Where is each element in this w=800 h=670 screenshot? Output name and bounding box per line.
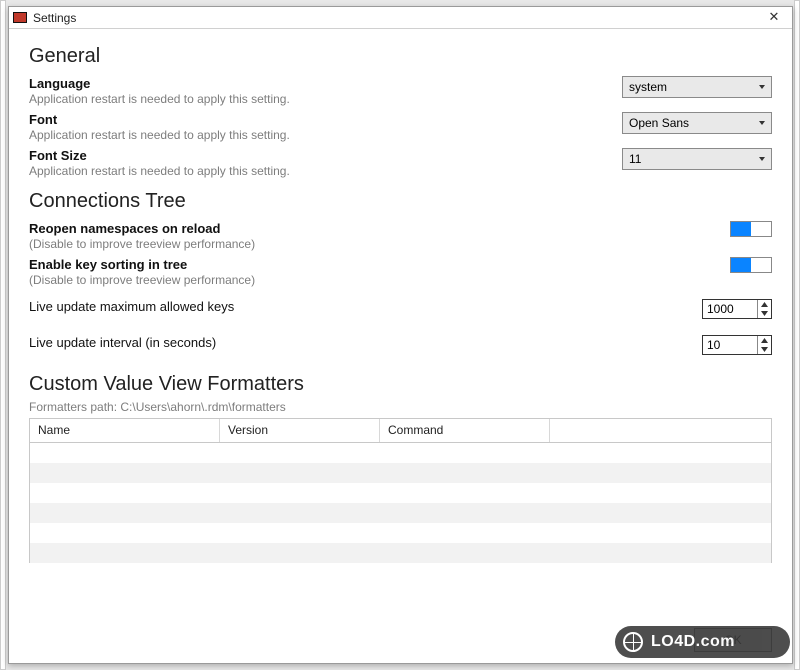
watermark-text: LO4D.com (651, 633, 735, 651)
fontsize-row: Font Size Application restart is needed … (29, 148, 772, 178)
spin-up-icon[interactable] (758, 336, 771, 345)
fontsize-hint: Application restart is needed to apply t… (29, 164, 612, 178)
sorting-label: Enable key sorting in tree (29, 257, 682, 272)
content-area: General Language Application restart is … (9, 29, 792, 623)
sorting-hint: (Disable to improve treeview performance… (29, 273, 682, 287)
table-body (30, 443, 771, 563)
settings-dialog: Settings ✕ General Language Application … (8, 6, 793, 664)
interval-label: Live update interval (in seconds) (29, 335, 682, 350)
language-hint: Application restart is needed to apply t… (29, 92, 612, 106)
table-row[interactable] (30, 463, 771, 483)
maxkeys-value[interactable]: 1000 (703, 300, 757, 318)
col-name[interactable]: Name (30, 419, 220, 442)
interval-row: Live update interval (in seconds) 10 (29, 335, 772, 355)
table-row[interactable] (30, 483, 771, 503)
globe-icon (623, 632, 643, 652)
col-command[interactable]: Command (380, 419, 550, 442)
formatters-path: Formatters path: C:\Users\ahorn\.rdm\for… (29, 400, 772, 414)
window-title: Settings (33, 11, 762, 25)
language-row: Language Application restart is needed t… (29, 76, 772, 106)
font-value: Open Sans (629, 116, 689, 130)
toggle-on-segment (731, 222, 751, 236)
reopen-label: Reopen namespaces on reload (29, 221, 682, 236)
reopen-row: Reopen namespaces on reload (Disable to … (29, 221, 772, 251)
spin-down-icon[interactable] (758, 309, 771, 318)
app-icon (13, 12, 27, 23)
formatters-table: Name Version Command (29, 418, 772, 563)
language-value: system (629, 80, 667, 94)
formatters-heading: Custom Value View Formatters (29, 373, 772, 396)
sorting-toggle[interactable] (730, 257, 772, 273)
toggle-on-segment (731, 258, 751, 272)
spin-up-icon[interactable] (758, 300, 771, 309)
general-heading: General (29, 45, 772, 68)
col-version[interactable]: Version (220, 419, 380, 442)
font-dropdown[interactable]: Open Sans (622, 112, 772, 134)
interval-value[interactable]: 10 (703, 336, 757, 354)
table-row[interactable] (30, 443, 771, 463)
fontsize-dropdown[interactable]: 11 (622, 148, 772, 170)
spin-down-icon[interactable] (758, 345, 771, 354)
maxkeys-spinbox[interactable]: 1000 (702, 299, 772, 319)
fontsize-label: Font Size (29, 148, 612, 163)
titlebar: Settings ✕ (9, 7, 792, 29)
language-dropdown[interactable]: system (622, 76, 772, 98)
table-row[interactable] (30, 543, 771, 563)
close-button[interactable]: ✕ (762, 9, 786, 27)
table-row[interactable] (30, 503, 771, 523)
table-row[interactable] (30, 523, 771, 543)
maxkeys-label: Live update maximum allowed keys (29, 299, 682, 314)
toggle-off-segment (751, 222, 771, 236)
chevron-down-icon (759, 157, 765, 161)
reopen-toggle[interactable] (730, 221, 772, 237)
fontsize-value: 11 (629, 152, 641, 166)
chevron-down-icon (759, 121, 765, 125)
watermark-badge: LO4D.com (615, 626, 790, 658)
chevron-down-icon (759, 85, 765, 89)
interval-spinbox[interactable]: 10 (702, 335, 772, 355)
font-hint: Application restart is needed to apply t… (29, 128, 612, 142)
font-row: Font Application restart is needed to ap… (29, 112, 772, 142)
maxkeys-row: Live update maximum allowed keys 1000 (29, 299, 772, 319)
language-label: Language (29, 76, 612, 91)
font-label: Font (29, 112, 612, 127)
reopen-hint: (Disable to improve treeview performance… (29, 237, 682, 251)
connections-heading: Connections Tree (29, 190, 772, 213)
col-spacer (550, 419, 771, 442)
sorting-row: Enable key sorting in tree (Disable to i… (29, 257, 772, 287)
close-icon: ✕ (769, 9, 780, 24)
table-header: Name Version Command (30, 419, 771, 443)
toggle-off-segment (751, 258, 771, 272)
